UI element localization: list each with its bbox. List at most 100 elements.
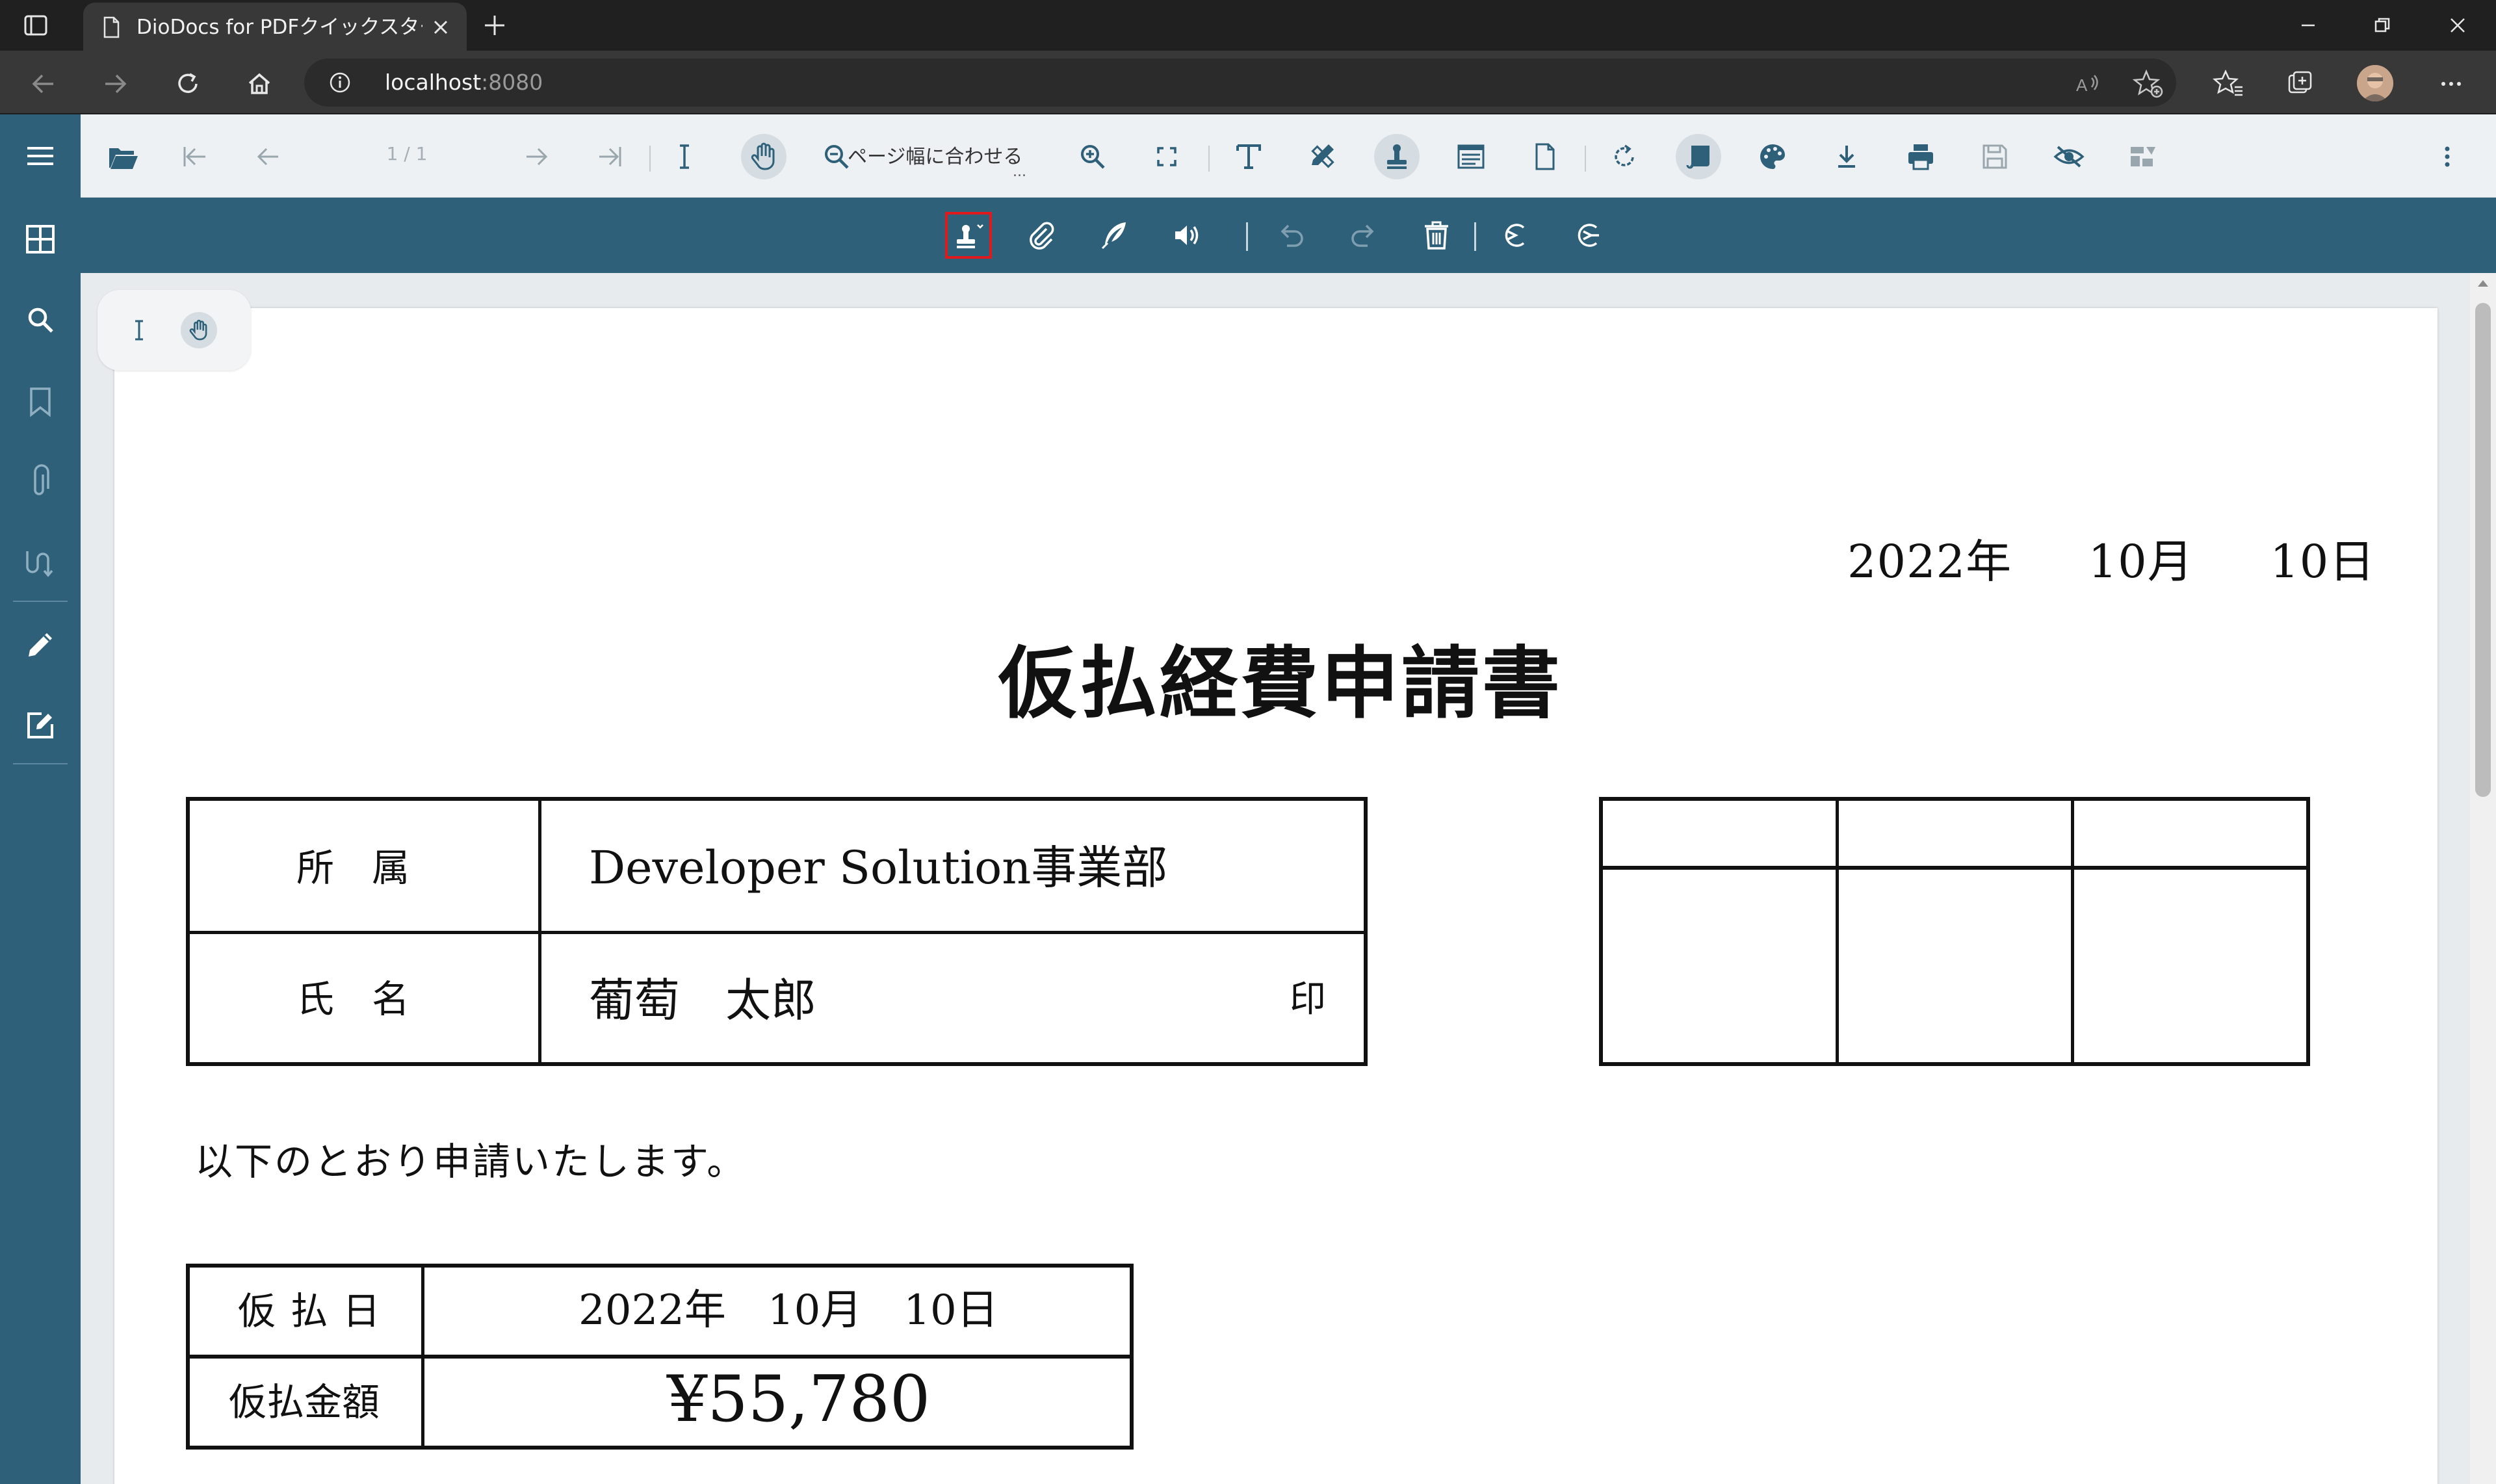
zoom-in-button[interactable] (1070, 134, 1115, 179)
menu-icon[interactable] (18, 134, 62, 178)
open-file-button[interactable] (100, 134, 146, 179)
new-tab-icon[interactable] (481, 12, 508, 39)
form-filler-button[interactable] (2120, 134, 2166, 179)
floating-tool-palette (98, 290, 251, 371)
search-icon[interactable] (18, 298, 62, 342)
hide-annotations-button[interactable] (2046, 134, 2092, 179)
table-border (1364, 797, 1368, 1066)
zoom-mode-select[interactable]: ページ幅に合わせる (848, 140, 1022, 169)
bookmark-icon[interactable] (18, 380, 62, 424)
browser-tabstrip: DioDocs for PDFクイックスタート | P (0, 0, 2496, 51)
read-aloud-icon[interactable]: A (2071, 66, 2106, 101)
ink-signature-button[interactable] (1091, 212, 1138, 259)
dept-label: 所 属 (296, 846, 410, 890)
redo-button[interactable] (1340, 212, 1387, 259)
thumbnails-icon[interactable] (18, 217, 62, 261)
paperclip-icon (1030, 222, 1054, 250)
site-info-icon[interactable] (329, 72, 351, 94)
advance-date-label: 仮 払 日 (238, 1289, 382, 1333)
table-border (186, 1264, 190, 1450)
restore-icon[interactable] (2366, 9, 2398, 42)
fullscreen-icon (1157, 147, 1176, 166)
undo-button[interactable] (1268, 212, 1314, 259)
floating-text-select-button[interactable] (121, 312, 157, 348)
stamp-tool-button[interactable] (1374, 134, 1420, 179)
document-viewport[interactable]: 2022年 10月 10日 仮払経費申請書 所 属 Developer Solu… (81, 273, 2470, 1484)
scroll-thumb[interactable] (2475, 303, 2491, 797)
edit-tools-button[interactable] (1300, 134, 1346, 179)
delete-button[interactable] (1413, 212, 1460, 259)
sound-annotation-button[interactable] (1164, 212, 1210, 259)
pan-tool-button[interactable] (741, 134, 786, 179)
file-attachment-button[interactable] (1018, 212, 1065, 259)
apply-redact-button[interactable] (1564, 212, 1611, 259)
save-button[interactable] (1972, 134, 2018, 179)
structure-tree-icon[interactable] (18, 541, 62, 585)
scroll-up-icon[interactable] (2476, 278, 2490, 289)
download-button[interactable] (1824, 134, 1869, 179)
more-options-icon[interactable] (2434, 66, 2469, 101)
new-document-button[interactable] (1522, 134, 1568, 179)
toolbar-more-button[interactable] (2424, 134, 2470, 179)
seal-label: 印 (1290, 978, 1326, 1021)
zoom-in-icon (1081, 145, 1105, 169)
svg-text:A: A (2076, 75, 2088, 95)
viewer-sidebar (0, 114, 81, 1484)
theme-button[interactable] (1750, 134, 1795, 179)
table-border (1599, 797, 2310, 801)
url-field[interactable]: localhost:8080 (304, 59, 2176, 107)
vertical-scrollbar[interactable] (2470, 273, 2496, 1484)
favorites-icon[interactable] (2211, 66, 2246, 101)
annotation-editor-icon[interactable] (18, 623, 62, 667)
tab-actions-icon[interactable] (22, 12, 49, 39)
last-page-icon (599, 147, 621, 166)
pencil-ruler-icon (1311, 144, 1334, 168)
speaker-icon (1175, 226, 1199, 245)
redo-icon (1351, 224, 1374, 247)
close-tab-icon[interactable] (428, 14, 454, 40)
back-icon[interactable] (26, 66, 61, 101)
form-fields-button[interactable] (1448, 134, 1494, 179)
stamp-annotation-button[interactable] (945, 212, 992, 259)
url-host: localhost (385, 70, 482, 95)
page-indicator[interactable]: 1 / 1 (355, 143, 459, 164)
annotation-toolbar-divider (1474, 222, 1476, 251)
previous-page-button[interactable] (246, 134, 291, 179)
eye-off-icon (2053, 146, 2085, 168)
table-border (1130, 1264, 1134, 1450)
trash-icon (1425, 221, 1448, 250)
attachment-icon[interactable] (18, 460, 62, 504)
forward-icon[interactable] (98, 66, 133, 101)
print-button[interactable] (1898, 134, 1944, 179)
next-page-button[interactable] (514, 134, 559, 179)
text-tool-button[interactable] (1226, 134, 1271, 179)
view-mode-button[interactable] (1676, 134, 1721, 179)
save-icon (1982, 144, 2007, 169)
form-editor-icon[interactable] (18, 703, 62, 748)
floating-pan-button[interactable] (181, 312, 217, 348)
profile-avatar[interactable] (2357, 65, 2393, 101)
last-page-button[interactable] (588, 134, 633, 179)
pdf-page[interactable]: 2022年 10月 10日 仮払経費申請書 所 属 Developer Solu… (114, 308, 2438, 1484)
close-window-icon[interactable] (2441, 9, 2474, 42)
fullscreen-button[interactable] (1144, 134, 1190, 179)
redact-button[interactable] (1491, 212, 1538, 259)
stamp-icon (1387, 144, 1407, 169)
home-icon[interactable] (242, 66, 277, 101)
vertical-dots-icon (2445, 146, 2450, 167)
printer-icon (1908, 144, 1933, 170)
page-icon (103, 16, 120, 38)
reload-icon[interactable] (170, 66, 205, 101)
table-border (2306, 797, 2310, 1066)
table-border (186, 931, 1368, 934)
collections-icon[interactable] (2283, 66, 2318, 101)
document-date: 2022年 10月 10日 (1847, 535, 2376, 588)
viewer-toolbar: 1 / 1 ページ幅に合わせる ... (81, 114, 2496, 198)
minimize-icon[interactable] (2292, 9, 2324, 42)
add-favorite-icon[interactable] (2131, 66, 2166, 101)
first-page-button[interactable] (172, 134, 217, 179)
rotate-button[interactable] (1602, 134, 1647, 179)
text-selection-button[interactable] (662, 134, 707, 179)
browser-tab[interactable]: DioDocs for PDFクイックスタート | P (83, 3, 467, 51)
table-border (421, 1264, 424, 1450)
